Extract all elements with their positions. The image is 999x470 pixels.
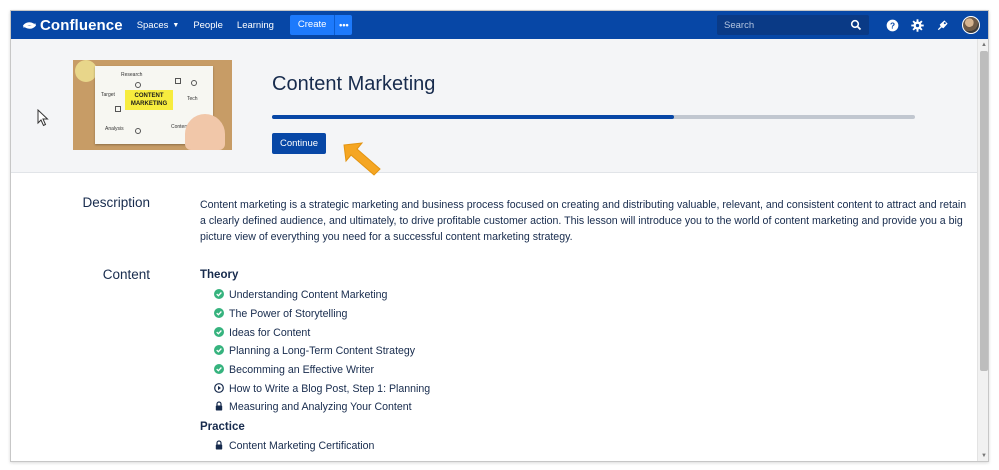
group-title-theory: Theory bbox=[200, 269, 239, 281]
settings-icon[interactable] bbox=[905, 13, 929, 37]
description-label: Description bbox=[82, 195, 150, 210]
top-navigation-bar: Confluence Spaces ▼ People Learning Crea… bbox=[11, 11, 988, 39]
course-thumbnail-image: Research Target Tech Analysis Content CO… bbox=[73, 60, 232, 150]
lesson-item[interactable]: Understanding Content Marketing bbox=[214, 288, 388, 301]
lesson-title: How to Write a Blog Post, Step 1: Planni… bbox=[229, 383, 431, 395]
lesson-title: Planning a Long-Term Content Strategy bbox=[229, 345, 416, 357]
app-window: Confluence Spaces ▼ People Learning Crea… bbox=[10, 10, 989, 462]
scrollbar-thumb[interactable] bbox=[980, 51, 988, 371]
content-label: Content bbox=[102, 267, 150, 282]
nav-spaces[interactable]: Spaces ▼ bbox=[137, 20, 180, 31]
lesson-item[interactable]: Measuring and Analyzing Your Content bbox=[214, 400, 412, 413]
check-circle-icon bbox=[214, 326, 224, 337]
create-button[interactable]: Create bbox=[290, 15, 335, 35]
course-header: Research Target Tech Analysis Content CO… bbox=[11, 39, 977, 176]
course-progress-bar bbox=[272, 115, 915, 119]
check-circle-icon bbox=[214, 307, 224, 318]
lock-icon bbox=[214, 400, 224, 411]
lesson-item[interactable]: Content Marketing Certification bbox=[214, 439, 375, 452]
lesson-item[interactable]: Becomming an Effective Writer bbox=[214, 363, 375, 376]
lesson-title: Understanding Content Marketing bbox=[229, 289, 388, 301]
lesson-title: Content Marketing Certification bbox=[229, 440, 375, 452]
confluence-logo-icon bbox=[23, 21, 36, 29]
lesson-title: Measuring and Analyzing Your Content bbox=[229, 401, 412, 413]
lesson-item[interactable]: Ideas for Content bbox=[214, 326, 311, 339]
vertical-scrollbar[interactable]: ▲ ▼ bbox=[977, 39, 988, 461]
course-title: Content Marketing bbox=[272, 73, 436, 95]
group-title-practice: Practice bbox=[200, 421, 245, 433]
progress-fill bbox=[272, 115, 674, 119]
confluence-logo[interactable]: Confluence bbox=[23, 11, 123, 39]
lesson-title: Ideas for Content bbox=[229, 327, 311, 339]
svg-text:?: ? bbox=[889, 20, 894, 30]
nav-people[interactable]: People bbox=[193, 20, 223, 31]
help-icon[interactable]: ? bbox=[880, 13, 904, 37]
nav-learning[interactable]: Learning bbox=[237, 20, 274, 31]
play-circle-icon bbox=[214, 382, 224, 393]
notifications-icon[interactable] bbox=[930, 13, 954, 37]
search-icon[interactable] bbox=[850, 19, 862, 31]
lesson-title: Becomming an Effective Writer bbox=[229, 364, 375, 376]
more-create-options-button[interactable]: ••• bbox=[334, 15, 352, 35]
logo-text: Confluence bbox=[40, 16, 123, 34]
nav-people-label: People bbox=[193, 19, 223, 31]
nav-spaces-label: Spaces bbox=[136, 19, 169, 31]
search-input[interactable] bbox=[724, 19, 844, 31]
scroll-up-arrow-icon[interactable]: ▲ bbox=[980, 41, 988, 49]
nav-learning-label: Learning bbox=[236, 19, 274, 31]
check-circle-icon bbox=[214, 344, 224, 355]
lesson-item[interactable]: How to Write a Blog Post, Step 1: Planni… bbox=[214, 382, 431, 395]
description-text: Content marketing is a strategic marketi… bbox=[200, 199, 967, 244]
continue-button[interactable]: Continue bbox=[272, 133, 326, 154]
lesson-title: The Power of Storytelling bbox=[229, 308, 348, 320]
user-avatar[interactable] bbox=[962, 16, 980, 34]
lesson-item[interactable]: The Power of Storytelling bbox=[214, 307, 348, 320]
mouse-cursor-icon bbox=[37, 109, 49, 127]
pointer-arrow-annotation bbox=[343, 142, 381, 176]
check-circle-icon bbox=[214, 288, 224, 299]
lesson-item[interactable]: Planning a Long-Term Content Strategy bbox=[214, 344, 416, 357]
chevron-down-icon: ▼ bbox=[172, 21, 180, 29]
lock-icon bbox=[214, 439, 224, 450]
scroll-down-arrow-icon[interactable]: ▼ bbox=[980, 452, 988, 460]
sticky-note: CONTENT MARKETING bbox=[125, 90, 173, 110]
check-circle-icon bbox=[214, 363, 224, 374]
search-box bbox=[717, 15, 869, 35]
create-button-group: Create ••• bbox=[289, 15, 353, 35]
